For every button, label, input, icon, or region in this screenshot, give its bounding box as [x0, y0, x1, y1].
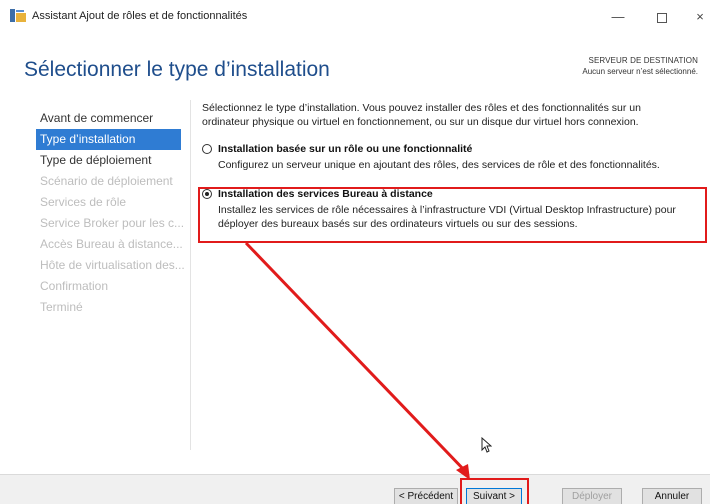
nav-item-avant-de-commencer[interactable]: Avant de commencer: [36, 108, 184, 129]
title-bar: Assistant Ajout de rôles et de fonctionn…: [0, 0, 710, 32]
window-title: Assistant Ajout de rôles et de fonctionn…: [32, 10, 248, 22]
annotation-next-box: [460, 478, 529, 504]
destination-subtitle: Aucun serveur n’est sélectionné.: [582, 67, 698, 76]
minimize-button[interactable]: —: [606, 6, 630, 28]
close-button[interactable]: ×: [688, 6, 710, 28]
nav-item-service-broker: Service Broker pour les c...: [40, 216, 184, 230]
option-role-based-label[interactable]: Installation basée sur un rôle ou une fo…: [218, 143, 472, 155]
maximize-button[interactable]: [650, 6, 674, 28]
cancel-button[interactable]: Annuler: [642, 488, 702, 504]
nav-item-termine: Terminé: [40, 300, 83, 314]
radio-role-based[interactable]: [202, 144, 212, 154]
annotation-highlight-box: [198, 187, 707, 243]
maximize-icon: [657, 12, 667, 23]
nav-item-acces-bureau: Accès Bureau à distance...: [40, 237, 183, 251]
nav-item-confirmation: Confirmation: [40, 279, 109, 293]
server-manager-icon: [10, 9, 26, 22]
nav-item-hote-virtualisation: Hôte de virtualisation des...: [40, 258, 184, 272]
mouse-cursor-icon: [481, 437, 492, 453]
nav-item-scenario-deploiement: Scénario de déploiement: [40, 174, 173, 188]
wizard-steps-nav: Avant de commencer Type d’installation T…: [36, 108, 184, 318]
nav-divider: [190, 100, 191, 450]
nav-item-services-role: Services de rôle: [40, 195, 127, 209]
nav-item-type-installation[interactable]: Type d’installation: [36, 129, 181, 150]
previous-button[interactable]: < Précédent: [394, 488, 458, 504]
intro-text: Sélectionnez le type d’installation. Vou…: [202, 102, 641, 128]
page-title: Sélectionner le type d’installation: [24, 58, 330, 81]
option-role-based-description: Configurez un serveur unique en ajoutant…: [218, 159, 660, 171]
destination-title: SERVEUR DE DESTINATION: [588, 56, 698, 65]
deploy-button: Déployer: [562, 488, 622, 504]
nav-item-type-deploiement[interactable]: Type de déploiement: [36, 150, 184, 171]
option-role-based[interactable]: Installation basée sur un rôle ou une fo…: [202, 143, 702, 172]
destination-server: SERVEUR DE DESTINATION Aucun serveur n’e…: [582, 56, 698, 76]
